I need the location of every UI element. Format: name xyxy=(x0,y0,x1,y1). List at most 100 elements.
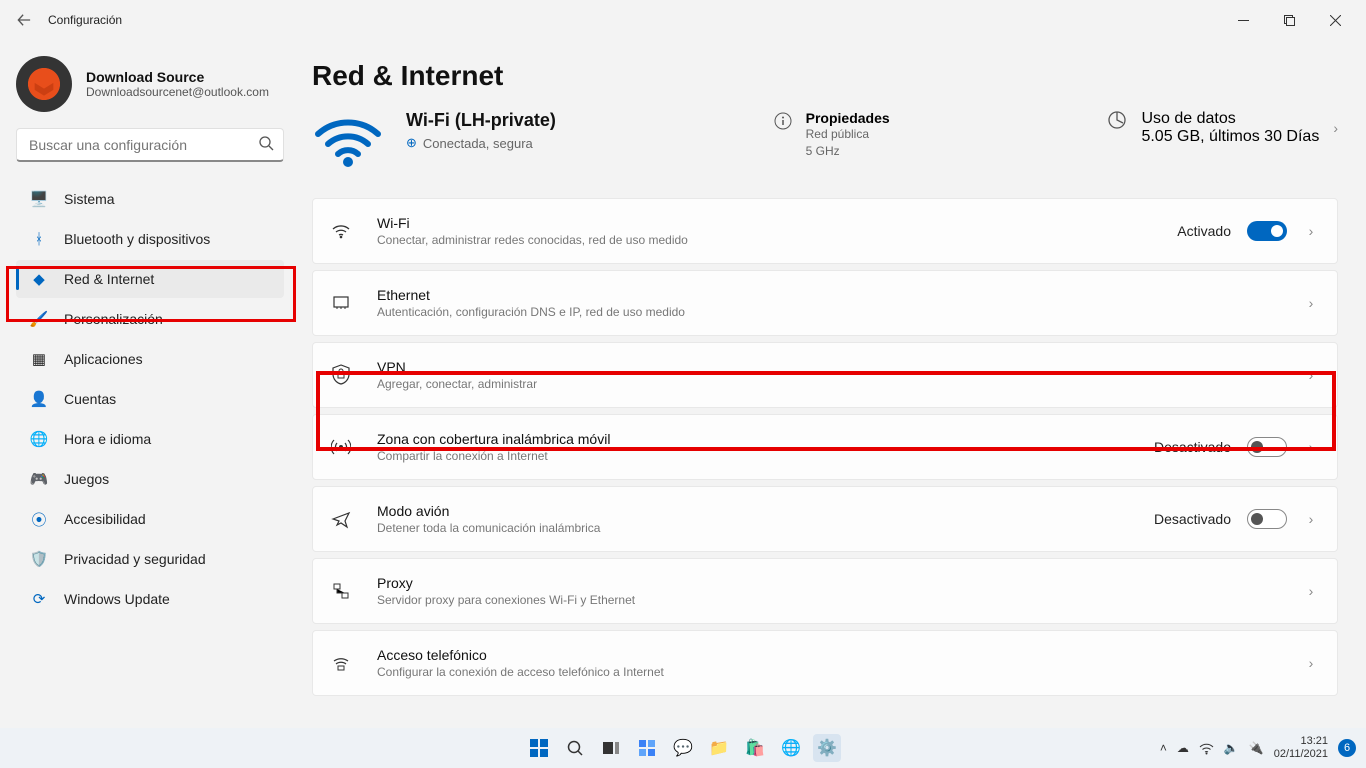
tray-onedrive-icon[interactable]: ☁ xyxy=(1177,741,1189,755)
card-airplane[interactable]: Modo aviónDetener toda la comunicación i… xyxy=(312,486,1338,552)
chevron-right-icon: › xyxy=(1303,511,1319,527)
wifi-large-icon xyxy=(312,110,384,170)
close-button[interactable] xyxy=(1312,4,1358,36)
tray-battery-icon[interactable]: 🔌 xyxy=(1249,741,1264,755)
card-title: Ethernet xyxy=(377,287,1303,303)
wifi-ssid: Wi-Fi (LH-private) xyxy=(406,110,556,131)
wifi-icon: ◆ xyxy=(28,270,50,288)
nav-item-red-internet[interactable]: ◆ Red & Internet xyxy=(16,260,284,298)
nav-label: Privacidad y seguridad xyxy=(64,551,206,567)
minimize-button[interactable] xyxy=(1220,4,1266,36)
system-icon: 🖥️ xyxy=(28,190,50,208)
vpn-shield-icon xyxy=(331,364,359,386)
edge-button[interactable]: 🌐 xyxy=(777,734,805,762)
wifi-toggle[interactable] xyxy=(1247,221,1287,241)
maximize-button[interactable] xyxy=(1266,4,1312,36)
nav-item-cuentas[interactable]: 👤Cuentas xyxy=(16,380,284,418)
nav-label: Aplicaciones xyxy=(64,351,143,367)
card-sub: Servidor proxy para conexiones Wi-Fi y E… xyxy=(377,593,1303,607)
apps-icon: ▦ xyxy=(28,350,50,368)
nav-label: Juegos xyxy=(64,471,109,487)
hotspot-toggle[interactable] xyxy=(1247,437,1287,457)
wifi-status-sub: ⊕Conectada, segura xyxy=(406,135,556,151)
nav-label: Hora e idioma xyxy=(64,431,151,447)
properties-title: Propiedades xyxy=(806,110,890,126)
taskbar-center: 💬 📁 🛍️ 🌐 ⚙️ xyxy=(525,734,841,762)
wifi-status-block[interactable]: Wi-Fi (LH-private) ⊕Conectada, segura xyxy=(312,110,556,170)
airplane-state-label: Desactivado xyxy=(1154,511,1231,527)
nav-item-accesibilidad[interactable]: ⦿ Accesibilidad xyxy=(16,500,284,538)
card-wifi[interactable]: Wi-FiConectar, administrar redes conocid… xyxy=(312,198,1338,264)
search-box[interactable] xyxy=(16,128,284,162)
airplane-icon xyxy=(331,509,359,529)
chevron-right-icon: › xyxy=(1303,655,1319,671)
card-proxy[interactable]: Proxy Servidor proxy para conexiones Wi-F… xyxy=(312,558,1338,624)
nav-item-bluetooth[interactable]: ᚼBluetooth y dispositivos xyxy=(16,220,284,258)
card-ethernet[interactable]: Ethernet Autenticación, configuración DNS… xyxy=(312,270,1338,336)
card-sub: Compartir la conexión a Internet xyxy=(377,449,1154,463)
page-title: Red & Internet xyxy=(312,60,1338,92)
tray-chevron-icon[interactable]: ˄ xyxy=(1160,741,1167,755)
card-title: Proxy xyxy=(377,575,1303,591)
card-title: Acceso telefónico xyxy=(377,647,1303,663)
hotspot-icon xyxy=(331,437,359,457)
nav-item-juegos[interactable]: 🎮Juegos xyxy=(16,460,284,498)
chevron-right-icon: › xyxy=(1303,295,1319,311)
card-title: VPN xyxy=(377,359,1303,375)
nav-item-personalizacion[interactable]: 🖌️Personalización xyxy=(16,300,284,338)
back-button[interactable] xyxy=(8,4,40,36)
nav-label: Sistema xyxy=(64,191,115,207)
nav-item-windows-update[interactable]: ⟳Windows Update xyxy=(16,580,284,618)
tray-clock[interactable]: 13:21 02/11/2021 xyxy=(1274,735,1328,761)
chevron-right-icon: › xyxy=(1303,223,1319,239)
nav-item-sistema[interactable]: 🖥️ Sistema xyxy=(16,180,284,218)
nav-item-hora-idioma[interactable]: 🌐Hora e idioma xyxy=(16,420,284,458)
airplane-toggle[interactable] xyxy=(1247,509,1287,529)
task-view-button[interactable] xyxy=(597,734,625,762)
data-usage-line: 5.05 GB, últimos 30 Días xyxy=(1141,128,1319,146)
nav-item-aplicaciones[interactable]: ▦ Aplicaciones xyxy=(16,340,284,378)
card-dialup[interactable]: Acceso telefónicoConfigurar la conexión … xyxy=(312,630,1338,696)
nav-label: Accesibilidad xyxy=(64,511,146,527)
store-button[interactable]: 🛍️ xyxy=(741,734,769,762)
chevron-right-icon: › xyxy=(1303,439,1319,455)
notification-badge[interactable]: 6 xyxy=(1338,739,1356,757)
tray-wifi-icon[interactable] xyxy=(1199,741,1214,756)
properties-block[interactable]: Propiedades Red pública 5 GHz xyxy=(774,110,890,160)
accounts-icon: 👤 xyxy=(28,390,50,408)
privacy-icon: 🛡️ xyxy=(28,550,50,568)
status-row: Wi-Fi (LH-private) ⊕Conectada, segura Pr… xyxy=(312,110,1338,170)
data-usage-block[interactable]: Uso de datos 5.05 GB, últimos 30 Días › xyxy=(1107,110,1338,146)
card-hotspot[interactable]: Zona con cobertura inalámbrica móvil Comp… xyxy=(312,414,1338,480)
card-title: Zona con cobertura inalámbrica móvil xyxy=(377,431,1154,447)
avatar xyxy=(16,56,72,112)
card-title: Wi-Fi xyxy=(377,215,1177,231)
nav-item-privacidad[interactable]: 🛡️ Privacidad y seguridad xyxy=(16,540,284,578)
nav-label: Windows Update xyxy=(64,591,170,607)
info-icon xyxy=(774,112,792,130)
account-name: Download Source xyxy=(86,69,269,85)
nav-label: Bluetooth y dispositivos xyxy=(64,231,210,247)
accessibility-icon: ⦿ xyxy=(28,509,50,530)
start-button[interactable] xyxy=(525,734,553,762)
tray-volume-icon[interactable]: 🔈 xyxy=(1224,741,1239,755)
chevron-right-icon: › xyxy=(1333,120,1338,136)
chat-button[interactable]: 💬 xyxy=(669,734,697,762)
proxy-icon xyxy=(331,581,359,601)
settings-taskbar-button[interactable]: ⚙️ xyxy=(813,734,841,762)
explorer-button[interactable]: 📁 xyxy=(705,734,733,762)
widgets-button[interactable] xyxy=(633,734,661,762)
account-email: Downloadsourcenet@outlook.com xyxy=(86,85,269,99)
card-sub: Autenticación, configuración DNS e IP, r… xyxy=(377,305,1303,319)
search-input[interactable] xyxy=(16,128,284,162)
account-block[interactable]: Download Source Downloadsourcenet@outloo… xyxy=(16,56,284,112)
taskbar-search-button[interactable] xyxy=(561,734,589,762)
card-vpn[interactable]: VPNAgregar, conectar, administrar › xyxy=(312,342,1338,408)
nav-list: 🖥️ Sistema ᚼBluetooth y dispositivos ◆ Red… xyxy=(16,180,284,618)
wifi-icon xyxy=(331,221,359,241)
sidebar: Download Source Downloadsourcenet@outloo… xyxy=(0,40,300,728)
taskbar: 💬 📁 🛍️ 🌐 ⚙️ ˄ ☁ 🔈 🔌 13:21 02/11/2021 6 xyxy=(0,728,1366,768)
tray-time: 13:21 xyxy=(1274,735,1328,748)
data-usage-title: Uso de datos xyxy=(1141,110,1319,128)
nav-label: Red & Internet xyxy=(64,271,154,287)
